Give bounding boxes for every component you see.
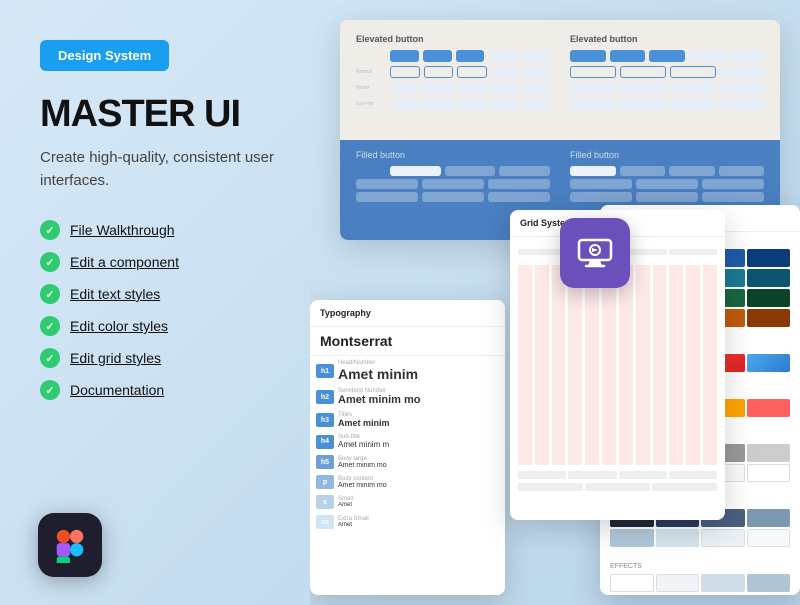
typo-sample-s: Amet (338, 502, 499, 508)
typo-tag-h2: h2 (316, 390, 334, 404)
checklist-item-edit-component[interactable]: Edit a component (40, 252, 280, 272)
grid-col-4 (568, 265, 582, 465)
checklist-item-edit-color-styles[interactable]: Edit color styles (40, 316, 280, 336)
typo-row-h5: h5 Body large Amet minim mo (316, 455, 499, 469)
edit-component-link[interactable]: Edit a component (70, 254, 179, 270)
typo-row-h2: h2 Semibold Number Amet minim mo (316, 388, 499, 406)
btn-col-title-left: Elevated button (356, 34, 550, 44)
palette-effects-label: EFFECTS (610, 563, 790, 570)
check-icon-6 (40, 380, 60, 400)
grid-col-3 (552, 265, 566, 465)
filled-title-right: Filled button (570, 150, 764, 160)
screenshot-typography: Typography Montserrat h1 Head/Number Ame… (310, 300, 505, 595)
checklist-item-documentation[interactable]: Documentation (40, 380, 280, 400)
typo-tag-p: p (316, 475, 334, 489)
classroom-icon (576, 234, 614, 272)
typo-sample-p: Amet minim mo (338, 482, 499, 489)
grid-columns (518, 265, 717, 465)
typo-sample-h5: Amet minim mo (338, 462, 499, 469)
typo-sample-h1: Amet minim (338, 366, 499, 382)
typo-sample-h4: Amet minim m (338, 440, 499, 449)
hero-subtitle: Create high-quality, consistent user int… (40, 147, 280, 192)
screenshots-area: Elevated button Normal Hover Icon+txt El… (310, 0, 800, 605)
checklist-item-edit-text-styles[interactable]: Edit text styles (40, 284, 280, 304)
design-system-badge: Design System (40, 40, 169, 71)
documentation-link[interactable]: Documentation (70, 382, 164, 398)
typo-tag-s: s (316, 495, 334, 509)
edit-text-styles-link[interactable]: Edit text styles (70, 286, 160, 302)
typo-tag-h3: h3 (316, 413, 334, 427)
btn-col-title-right: Elevated button (570, 34, 764, 44)
typography-font: Montserrat (310, 327, 505, 356)
typo-row-xs: xs Extra Small Amet (316, 515, 499, 529)
typo-row-h4: h4 Sub-title Amet minim m (316, 434, 499, 449)
check-icon-4 (40, 316, 60, 336)
typo-tag-xs: xs (316, 515, 334, 529)
figma-icon (52, 527, 88, 563)
edit-grid-styles-link[interactable]: Edit grid styles (70, 350, 161, 366)
typo-row-p: p Body content Amet minim mo (316, 475, 499, 489)
typo-sample-xs: Amet (338, 522, 499, 528)
typo-tag-h4: h4 (316, 435, 334, 449)
figma-app-icon[interactable] (38, 513, 102, 577)
grid-col-2 (535, 265, 549, 465)
check-icon-2 (40, 252, 60, 272)
typo-tag-h1: h1 (316, 364, 334, 378)
grid-col-6 (602, 265, 616, 465)
checklist-item-file-walkthrough[interactable]: File Walkthrough (40, 220, 280, 240)
grid-col-9 (653, 265, 667, 465)
btn-col-right: Elevated button (570, 34, 764, 114)
grid-col-10 (669, 265, 683, 465)
page-title: MASTER UI (40, 95, 280, 133)
check-icon-1 (40, 220, 60, 240)
file-walkthrough-link[interactable]: File Walkthrough (70, 222, 175, 238)
grid-col-5 (585, 265, 599, 465)
checklist-item-edit-grid-styles[interactable]: Edit grid styles (40, 348, 280, 368)
typo-sample-h3: Amet minim (338, 418, 499, 428)
checklist: File Walkthrough Edit a component Edit t… (40, 220, 280, 400)
grid-col-12 (703, 265, 717, 465)
typo-row-s: s Small Amet (316, 495, 499, 509)
typo-tag-h5: h5 (316, 455, 334, 469)
typo-row-h1: h1 Head/Number Amet minim (316, 360, 499, 382)
left-panel: Design System MASTER UI Create high-qual… (40, 40, 280, 440)
grid-col-7 (619, 265, 633, 465)
edit-color-styles-link[interactable]: Edit color styles (70, 318, 168, 334)
grid-col-8 (636, 265, 650, 465)
check-icon-3 (40, 284, 60, 304)
typography-samples: h1 Head/Number Amet minim h2 Semibold Nu… (310, 356, 505, 539)
grid-col-1 (518, 265, 532, 465)
typo-sample-h2: Amet minim mo (338, 394, 499, 406)
filled-title-left: Filled button (356, 150, 550, 160)
classroom-badge[interactable] (560, 218, 630, 288)
typography-title: Typography (310, 300, 505, 327)
check-icon-5 (40, 348, 60, 368)
grid-col-11 (686, 265, 700, 465)
typo-row-h3: h3 Titles Amet minim (316, 412, 499, 428)
btn-col-left: Elevated button Normal Hover Icon+txt (356, 34, 550, 114)
